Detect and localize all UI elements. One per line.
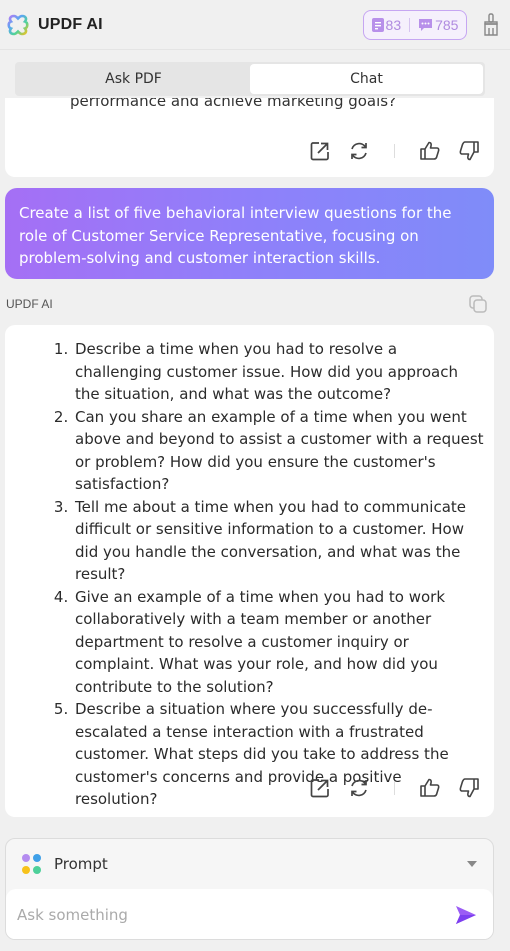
quota-divider: [409, 18, 411, 32]
actions-divider: [394, 781, 395, 795]
document-quota-count: 83: [385, 17, 402, 33]
broom-icon[interactable]: [482, 13, 500, 37]
previous-answer-card: performance and achieve marketing goals?: [5, 98, 494, 177]
export-icon[interactable]: [309, 777, 331, 799]
chat-quota-icon: [419, 19, 433, 31]
tab-chat[interactable]: Chat: [250, 64, 483, 94]
thumbs-up-icon[interactable]: [419, 777, 441, 799]
answer-item: Can you share an example of a time when …: [73, 406, 485, 496]
answer-item: Give an example of a time when you had t…: [73, 586, 485, 699]
updf-logo-icon: [7, 14, 29, 35]
thumbs-down-icon[interactable]: [458, 777, 480, 799]
tab-ask-pdf[interactable]: Ask PDF: [17, 64, 250, 94]
ai-sender-label: UPDF AI: [6, 297, 53, 311]
input-row: [6, 889, 493, 939]
actions-divider: [394, 144, 395, 158]
user-message-bubble: Create a list of five behavioral intervi…: [5, 188, 494, 279]
header: UPDF AI 83 785: [0, 0, 510, 50]
quota-badge[interactable]: 83 785: [363, 10, 467, 40]
thumbs-up-icon[interactable]: [419, 140, 441, 162]
send-icon[interactable]: [455, 905, 477, 925]
answer-item: Tell me about a time when you had to com…: [73, 496, 485, 586]
chat-quota-count: 785: [435, 17, 459, 33]
mode-tabs: Ask PDF Chat: [15, 62, 485, 96]
answer-actions: [292, 777, 480, 799]
answer-list: Describe a time when you had to resolve …: [53, 338, 485, 811]
regenerate-icon[interactable]: [348, 777, 370, 799]
chat-scroll-area[interactable]: performance and achieve marketing goals?…: [0, 98, 510, 828]
export-icon[interactable]: [309, 140, 331, 162]
prompt-dots-icon: [22, 854, 42, 874]
answer-item: Describe a time when you had to resolve …: [73, 338, 485, 406]
prompt-label: Prompt: [54, 855, 108, 873]
thumbs-down-icon[interactable]: [458, 140, 480, 162]
regenerate-icon[interactable]: [348, 140, 370, 162]
app-title: UPDF AI: [38, 15, 103, 33]
ask-input[interactable]: [17, 903, 437, 927]
chevron-down-icon[interactable]: [467, 861, 477, 867]
composer: Prompt: [5, 838, 494, 940]
prompt-selector[interactable]: Prompt: [6, 839, 493, 889]
document-quota-icon: [371, 18, 384, 32]
previous-answer-text: performance and achieve marketing goals?: [70, 98, 397, 110]
ai-answer-card: Describe a time when you had to resolve …: [5, 325, 494, 817]
previous-answer-actions: [292, 140, 480, 162]
copy-icon[interactable]: [468, 294, 488, 314]
